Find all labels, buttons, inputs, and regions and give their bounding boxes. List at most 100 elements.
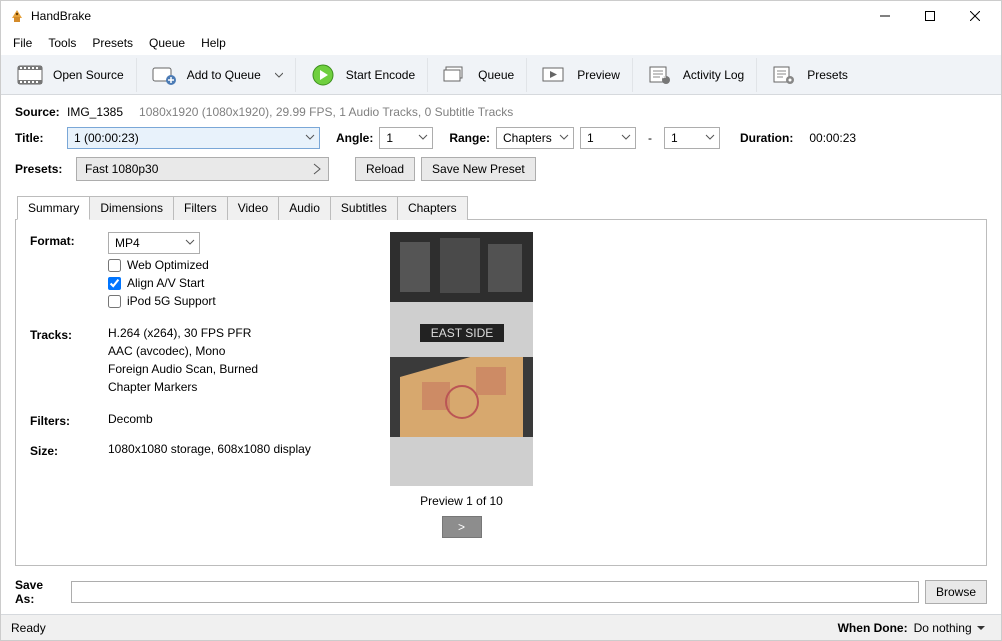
track-line-3: Foreign Audio Scan, Burned	[108, 362, 360, 376]
titlebar: HandBrake	[1, 1, 1001, 31]
source-row: Source: IMG_1385 1080x1920 (1080x1920), …	[15, 105, 987, 119]
presets-button[interactable]: Presets	[759, 58, 860, 92]
reload-button[interactable]: Reload	[355, 157, 415, 181]
add-to-queue-button[interactable]: Add to Queue	[139, 58, 296, 92]
menu-file[interactable]: File	[5, 32, 40, 54]
align-av-input[interactable]	[108, 277, 121, 290]
duration-label: Duration:	[740, 131, 793, 145]
track-line-1: H.264 (x264), 30 FPS PFR	[108, 326, 360, 340]
range-to-dropdown[interactable]: 1	[664, 127, 720, 149]
tab-dimensions[interactable]: Dimensions	[89, 196, 174, 220]
open-source-label: Open Source	[53, 68, 124, 82]
toolbar: Open Source Add to Queue Start Encode	[1, 55, 1001, 95]
chevron-down-icon	[621, 132, 631, 142]
chevron-down-icon	[275, 71, 283, 79]
open-source-button[interactable]: Open Source	[5, 58, 137, 92]
format-dropdown[interactable]: MP4	[108, 232, 200, 254]
preview-thumbnail: EAST SIDE	[390, 232, 533, 486]
preset-dropdown[interactable]: Fast 1080p30	[76, 157, 329, 181]
window-title: HandBrake	[31, 9, 91, 23]
presets-label: Presets:	[15, 162, 70, 176]
preview-icon	[541, 64, 567, 86]
activity-log-label: Activity Log	[683, 68, 744, 82]
log-icon	[647, 64, 673, 86]
save-as-input[interactable]	[71, 581, 919, 603]
title-row: Title: 1 (00:00:23) Angle: 1 Range: Chap…	[15, 127, 987, 149]
summary-left: Format: MP4 Web Optimized Align A/V S	[30, 232, 360, 553]
chevron-right-icon	[312, 163, 322, 175]
queue-button[interactable]: Queue	[430, 58, 527, 92]
add-to-queue-label: Add to Queue	[187, 68, 261, 82]
start-encode-button[interactable]: Start Encode	[298, 58, 428, 92]
preview-button[interactable]: Preview	[529, 58, 633, 92]
preview-caption: Preview 1 of 10	[420, 494, 503, 508]
title-dropdown[interactable]: 1 (00:00:23)	[67, 127, 320, 149]
preview-next-button[interactable]: >	[442, 516, 482, 538]
web-optimized-checkbox[interactable]: Web Optimized	[108, 258, 360, 272]
save-new-preset-button[interactable]: Save New Preset	[421, 157, 536, 181]
save-as-label: Save As:	[15, 578, 65, 606]
web-optimized-input[interactable]	[108, 259, 121, 272]
preset-value: Fast 1080p30	[85, 162, 158, 176]
chevron-down-icon	[305, 132, 315, 142]
format-label: Format:	[30, 232, 108, 308]
tab-video[interactable]: Video	[227, 196, 279, 220]
presets-toolbar-label: Presets	[807, 68, 848, 82]
chevron-down-icon	[705, 132, 715, 142]
film-icon	[17, 64, 43, 86]
presets-icon	[771, 64, 797, 86]
tab-filters[interactable]: Filters	[173, 196, 228, 220]
format-value: MP4	[115, 236, 140, 250]
angle-label: Angle:	[336, 131, 373, 145]
angle-value: 1	[386, 131, 393, 145]
size-value: 1080x1080 storage, 608x1080 display	[108, 442, 311, 456]
svg-text:EAST SIDE: EAST SIDE	[431, 326, 493, 340]
source-label: Source:	[15, 105, 61, 119]
menu-help[interactable]: Help	[193, 32, 234, 54]
filters-label: Filters:	[30, 412, 108, 428]
menu-presets[interactable]: Presets	[84, 32, 141, 54]
title-dropdown-value: 1 (00:00:23)	[74, 131, 139, 145]
ipod-input[interactable]	[108, 295, 121, 308]
activity-log-button[interactable]: Activity Log	[635, 58, 757, 92]
range-mode-dropdown[interactable]: Chapters	[496, 127, 574, 149]
tab-chapters[interactable]: Chapters	[397, 196, 468, 220]
angle-dropdown[interactable]: 1	[379, 127, 433, 149]
browse-button[interactable]: Browse	[925, 580, 987, 604]
when-done-dropdown[interactable]: Do nothing	[908, 621, 991, 635]
app-icon	[9, 8, 25, 24]
align-av-checkbox[interactable]: Align A/V Start	[108, 276, 360, 290]
preview-label: Preview	[577, 68, 620, 82]
range-from-dropdown[interactable]: 1	[580, 127, 636, 149]
summary-panel: Format: MP4 Web Optimized Align A/V S	[15, 220, 987, 566]
ipod-checkbox[interactable]: iPod 5G Support	[108, 294, 360, 308]
track-line-4: Chapter Markers	[108, 380, 360, 394]
statusbar: Ready When Done: Do nothing	[1, 614, 1001, 640]
menu-tools[interactable]: Tools	[40, 32, 84, 54]
tab-audio[interactable]: Audio	[278, 196, 331, 220]
menu-queue[interactable]: Queue	[141, 32, 193, 54]
tabstrip: Summary Dimensions Filters Video Audio S…	[15, 195, 987, 220]
tracks-label: Tracks:	[30, 326, 108, 398]
save-row: Save As: Browse	[1, 570, 1001, 614]
tab-summary[interactable]: Summary	[17, 196, 90, 220]
range-to-value: 1	[671, 131, 678, 145]
filters-value: Decomb	[108, 412, 153, 426]
duration-value: 00:00:23	[809, 131, 856, 145]
close-button[interactable]	[952, 1, 997, 31]
range-dash: -	[642, 131, 658, 145]
chevron-down-icon	[559, 132, 569, 142]
presets-row: Presets: Fast 1080p30 Reload Save New Pr…	[15, 157, 987, 181]
tab-subtitles[interactable]: Subtitles	[330, 196, 398, 220]
play-icon	[310, 64, 336, 86]
summary-right: EAST SIDE Preview 1 of 10 >	[390, 232, 533, 553]
range-from-value: 1	[587, 131, 594, 145]
range-mode-value: Chapters	[503, 131, 552, 145]
chevron-down-icon	[185, 237, 195, 247]
main-area: Source: IMG_1385 1080x1920 (1080x1920), …	[1, 95, 1001, 570]
track-line-2: AAC (avcodec), Mono	[108, 344, 360, 358]
minimize-button[interactable]	[862, 1, 907, 31]
range-label: Range:	[449, 131, 490, 145]
title-label: Title:	[15, 131, 61, 145]
maximize-button[interactable]	[907, 1, 952, 31]
